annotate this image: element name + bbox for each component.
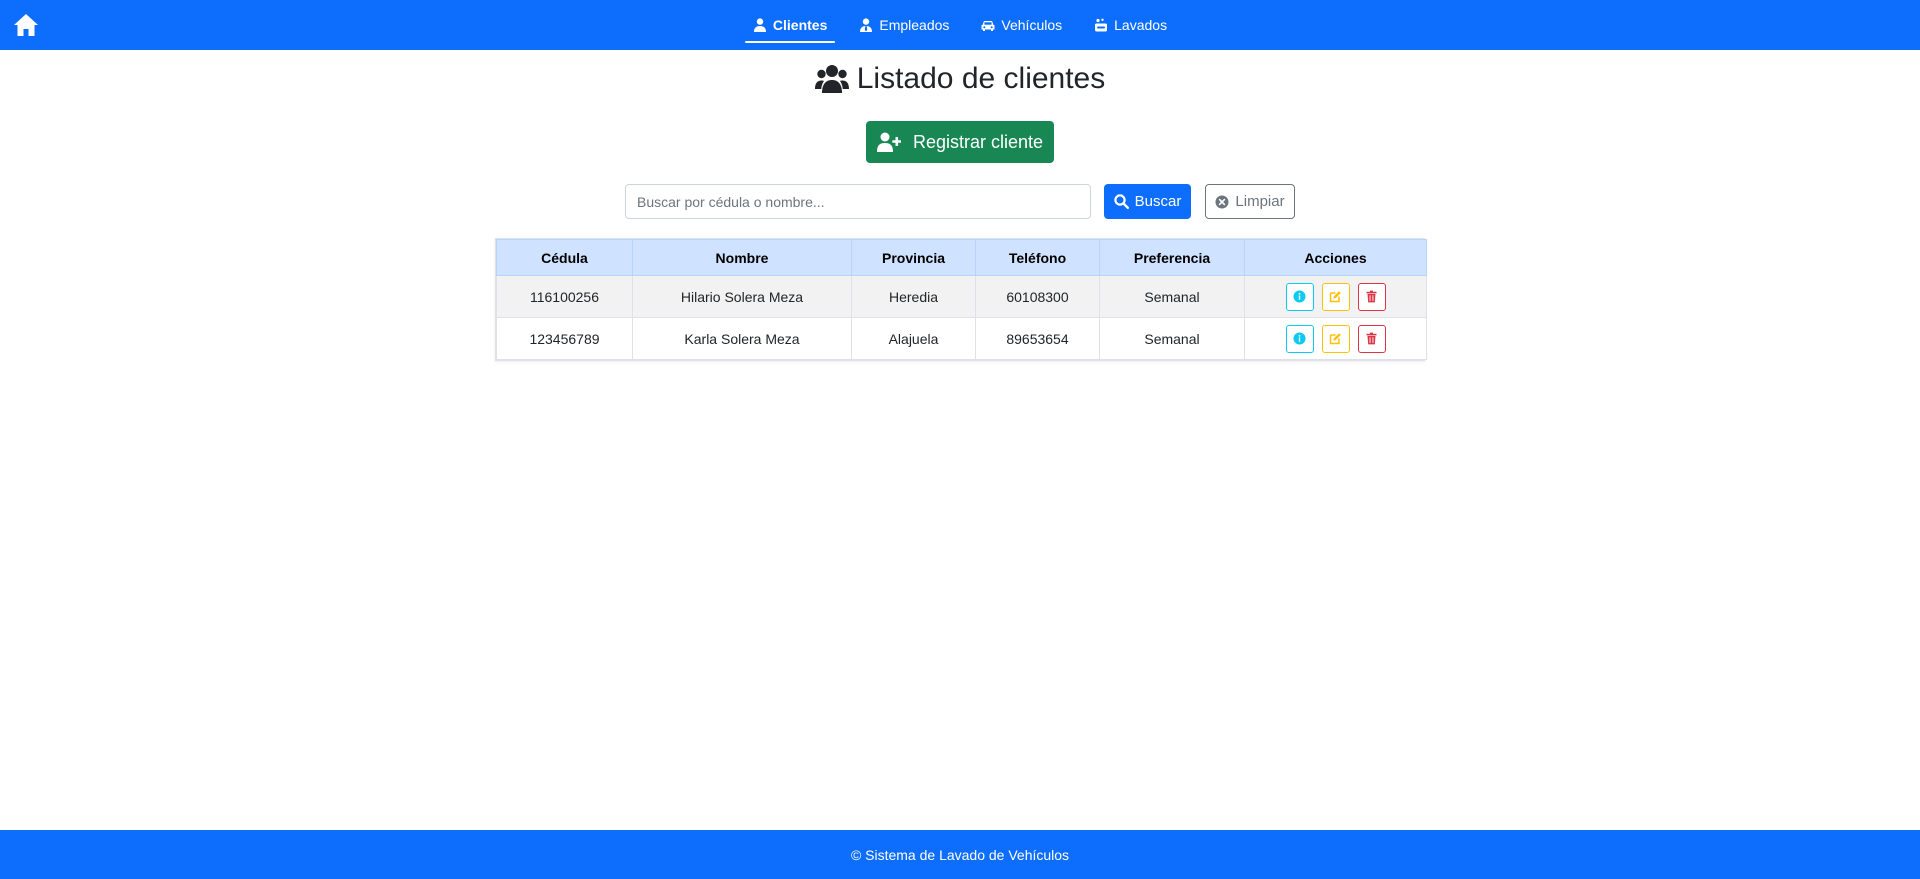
search-button-label: Buscar xyxy=(1134,193,1182,210)
delete-button[interactable] xyxy=(1357,282,1386,311)
cell-preferencia: Semanal xyxy=(1099,275,1245,318)
cell-nombre: Karla Solera Meza xyxy=(632,317,852,360)
table-row: 116100256 Hilario Solera Meza Heredia 60… xyxy=(496,275,1427,318)
nav-item-clientes[interactable]: Clientes xyxy=(743,6,837,44)
cell-provincia: Heredia xyxy=(851,275,976,318)
page-title-text: Listado de clientes xyxy=(856,62,1106,95)
soap-icon xyxy=(1095,18,1108,32)
column-header-provincia: Provincia xyxy=(851,239,976,276)
nav-item-label: Clientes xyxy=(772,17,828,33)
clear-button-label: Limpiar xyxy=(1235,193,1285,210)
view-details-button[interactable] xyxy=(1285,282,1314,311)
clients-table: Cédula Nombre Provincia Teléfono Prefere… xyxy=(495,238,1427,361)
cell-cedula: 123456789 xyxy=(496,317,633,360)
search-icon xyxy=(1113,194,1129,209)
user-icon xyxy=(753,18,766,32)
footer: © Sistema de Lavado de Vehículos xyxy=(0,830,1920,879)
navbar: Clientes Empleados Vehículos Lavados xyxy=(0,0,1920,50)
cell-nombre: Hilario Solera Meza xyxy=(632,275,852,318)
edit-icon xyxy=(1329,333,1341,345)
car-icon xyxy=(981,21,995,31)
info-icon xyxy=(1293,290,1306,303)
cell-cedula: 116100256 xyxy=(496,275,633,318)
column-header-telefono: Teléfono xyxy=(975,239,1100,276)
nav-item-vehiculos[interactable]: Vehículos xyxy=(971,6,1072,44)
user-plus-icon xyxy=(876,132,901,152)
edit-button[interactable] xyxy=(1321,282,1350,311)
search-button[interactable]: Buscar xyxy=(1104,184,1191,219)
clear-button[interactable]: Limpiar xyxy=(1205,184,1295,219)
cell-acciones xyxy=(1244,275,1427,318)
nav-item-empleados[interactable]: Empleados xyxy=(849,6,959,44)
column-header-nombre: Nombre xyxy=(632,239,852,276)
search-input[interactable] xyxy=(625,184,1091,219)
cell-provincia: Alajuela xyxy=(851,317,976,360)
register-client-button[interactable]: Registrar cliente xyxy=(866,121,1054,163)
nav-links: Clientes Empleados Vehículos Lavados xyxy=(0,0,1920,50)
cell-preferencia: Semanal xyxy=(1099,317,1245,360)
trash-icon xyxy=(1366,332,1377,345)
column-header-acciones: Acciones xyxy=(1244,239,1427,276)
user-tie-icon xyxy=(860,18,873,32)
page-title: Listado de clientes xyxy=(0,62,1920,96)
register-client-label: Registrar cliente xyxy=(912,131,1044,152)
cell-acciones xyxy=(1244,317,1427,360)
column-header-cedula: Cédula xyxy=(496,239,633,276)
table-row: 123456789 Karla Solera Meza Alajuela 896… xyxy=(496,317,1427,360)
trash-icon xyxy=(1366,290,1377,303)
table-header-row: Cédula Nombre Provincia Teléfono Prefere… xyxy=(496,239,1427,276)
nav-item-label: Empleados xyxy=(879,17,950,33)
nav-item-label: Lavados xyxy=(1114,17,1168,33)
users-icon xyxy=(814,65,849,93)
info-icon xyxy=(1293,332,1306,345)
edit-icon xyxy=(1329,291,1341,303)
delete-button[interactable] xyxy=(1357,324,1386,353)
column-header-preferencia: Preferencia xyxy=(1099,239,1245,276)
edit-button[interactable] xyxy=(1321,324,1350,353)
cell-telefono: 60108300 xyxy=(975,275,1100,318)
close-circle-icon xyxy=(1215,195,1229,208)
cell-telefono: 89653654 xyxy=(975,317,1100,360)
nav-item-lavados[interactable]: Lavados xyxy=(1084,6,1177,44)
footer-text: © Sistema de Lavado de Vehículos xyxy=(850,846,1070,863)
view-details-button[interactable] xyxy=(1285,324,1314,353)
nav-item-label: Vehículos xyxy=(1001,17,1063,33)
